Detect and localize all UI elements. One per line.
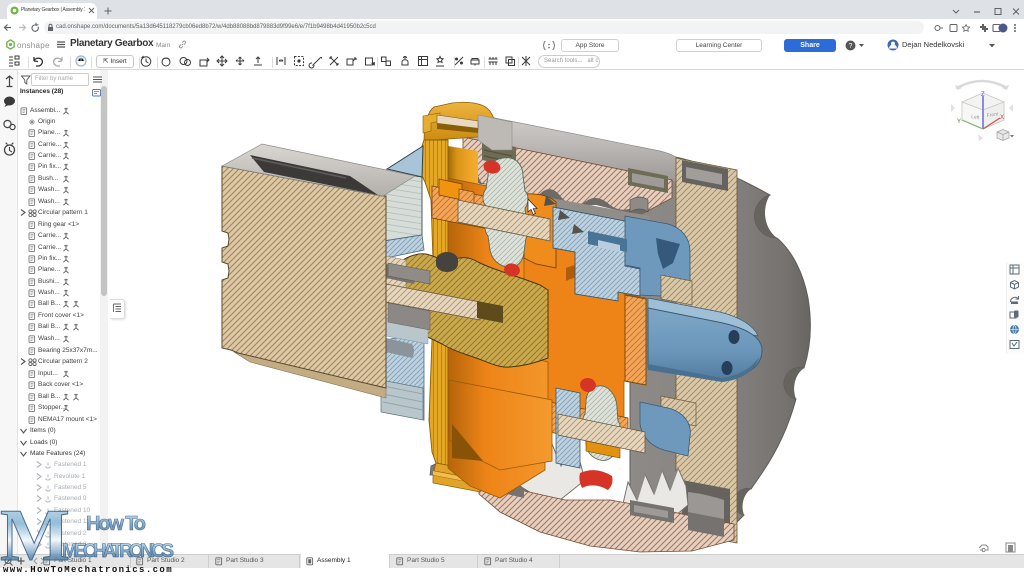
svg-text:?: ? [849, 43, 853, 50]
svg-text:Z: Z [981, 92, 985, 98]
svg-text:M: M [0, 498, 70, 568]
svg-text:How To: How To [86, 513, 146, 535]
svg-text:X: X [1000, 115, 1004, 121]
svg-text:Y: Y [957, 119, 961, 125]
svg-text:Left: Left [971, 114, 981, 121]
svg-text:MECHATRONICS: MECHATRONICS [62, 541, 174, 562]
